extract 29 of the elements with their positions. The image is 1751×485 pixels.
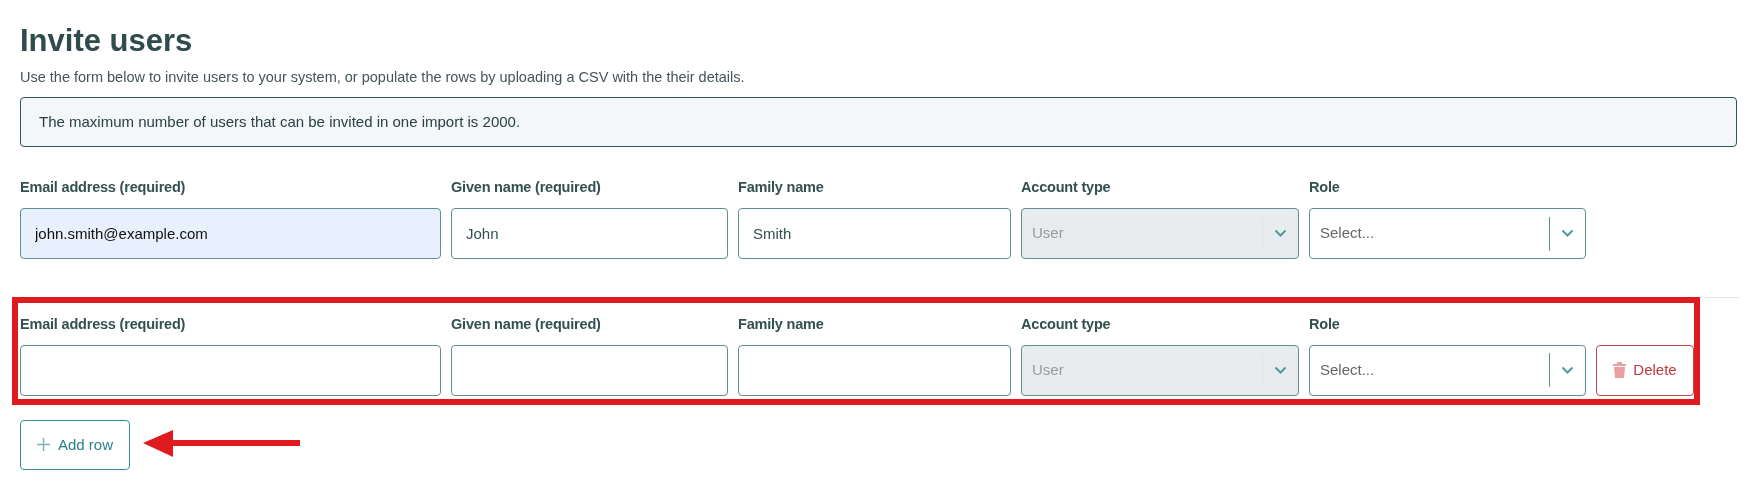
input-field[interactable]: john.smith@example.com: [20, 208, 441, 260]
field-label: Family name: [738, 315, 825, 335]
field-label: Role: [1309, 315, 1341, 335]
field-label: Account type: [1021, 315, 1112, 335]
chevron-down-icon: [1561, 365, 1574, 375]
field-label: Email address (required): [20, 178, 187, 198]
trash-icon: [1613, 362, 1627, 379]
input-field[interactable]: [738, 344, 1011, 396]
input-field[interactable]: John: [451, 208, 728, 260]
chevron-down-icon: [1274, 365, 1287, 375]
field-label: Given name (required): [451, 315, 602, 335]
chevron-down-icon: [1274, 229, 1287, 239]
select-field[interactable]: Select...: [1309, 344, 1586, 396]
input-field[interactable]: [20, 344, 441, 396]
delete-button[interactable]: Delete: [1596, 344, 1694, 396]
field-label: Role: [1309, 178, 1341, 198]
input-field[interactable]: Smith: [738, 208, 1011, 260]
intro-text: Use the form below to invite users to your system, or populate the rows by uploading a CSV with the their details.: [20, 68, 746, 88]
plus-icon: [37, 438, 50, 452]
field-label: Email address (required): [20, 315, 187, 335]
info-notice: The maximum number of users that can be invited in one import is 2000.: [20, 96, 1737, 148]
chevron-down-icon: [1561, 229, 1574, 239]
add-row-button[interactable]: Add row: [20, 419, 130, 470]
field-label: Given name (required): [451, 178, 602, 198]
field-label: Family name: [738, 178, 825, 198]
field-label: Account type: [1021, 178, 1112, 198]
page-title: Invite users: [20, 22, 194, 60]
select-field[interactable]: Select...: [1309, 208, 1586, 260]
input-field[interactable]: [451, 344, 728, 396]
